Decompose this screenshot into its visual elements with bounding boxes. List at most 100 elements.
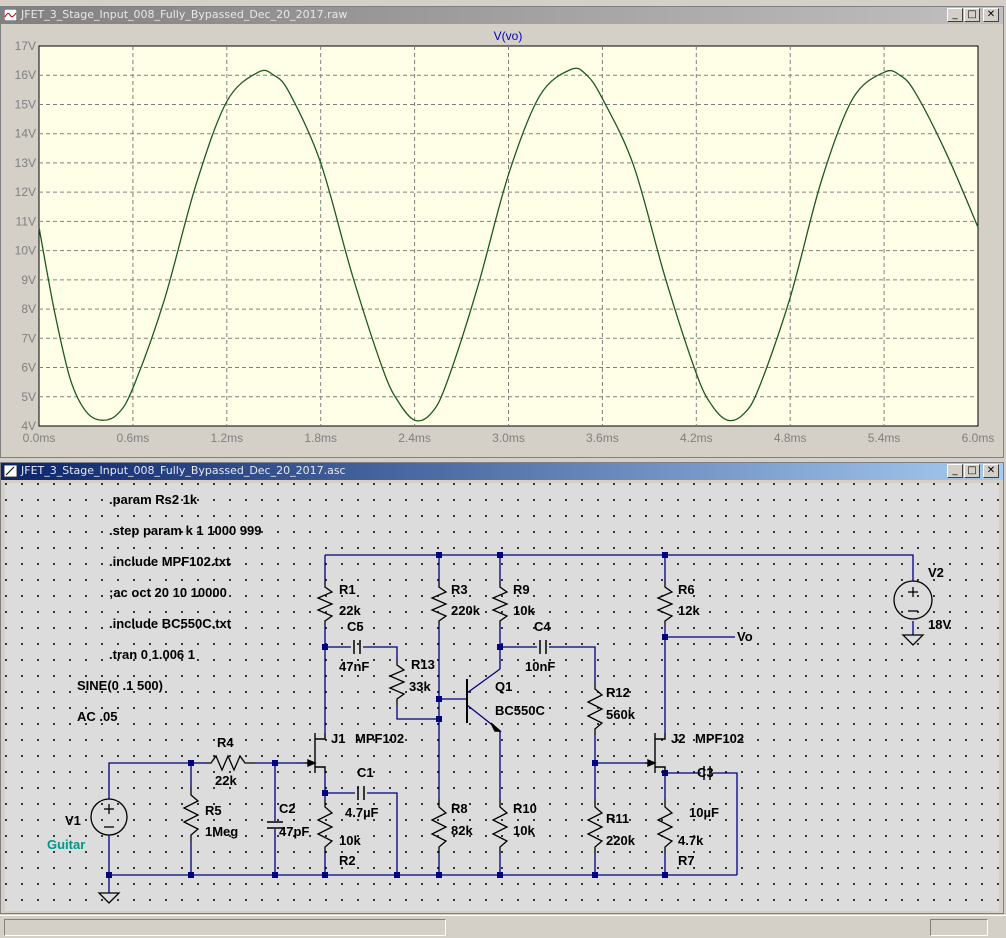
label-c4: C4 <box>534 619 551 634</box>
y-tick-label: 8V <box>21 302 36 316</box>
waveform-app-icon <box>4 9 17 21</box>
y-tick-label: 10V <box>15 244 36 258</box>
v1-sine-spec[interactable]: SINE(0 .1 500) <box>77 678 163 693</box>
value-c1: 4.7µF <box>345 805 379 820</box>
label-c3: C3 <box>697 765 714 780</box>
x-tick-label: 5.4ms <box>868 431 901 445</box>
waveform-titlebar[interactable]: JFET_3_Stage_Input_008_Fully_Bypassed_De… <box>1 7 1003 24</box>
value-r13: 33k <box>409 679 431 694</box>
value-r5: 1Meg <box>205 824 238 839</box>
value-r11: 220k <box>606 833 636 848</box>
close-button[interactable]: ✕ <box>983 8 999 22</box>
label-r11: R11 <box>606 811 629 826</box>
label-j1: J1 <box>331 731 345 746</box>
value-c4: 10nF <box>525 659 555 674</box>
maximize-button[interactable]: □ <box>964 464 980 478</box>
schematic-canvas[interactable]: .param Rs2 1k .step param k 1 1000 999 .… <box>5 483 999 911</box>
y-tick-label: 15V <box>15 97 36 111</box>
model-j2: MPF102 <box>695 731 744 746</box>
label-r1: R1 <box>339 582 356 597</box>
value-r6: 12k <box>678 603 700 618</box>
x-axis-ticks: 0.0ms 0.6ms 1.2ms 1.8ms 2.4ms 3.0ms 3.6ms 4.2ms… <box>23 431 995 445</box>
value-r7: 4.7k <box>678 833 704 848</box>
minimize-button[interactable]: _ <box>947 464 963 478</box>
x-tick-label: 0.0ms <box>23 431 56 445</box>
label-r13: R13 <box>411 657 435 672</box>
y-tick-label: 16V <box>15 68 36 82</box>
label-r5: R5 <box>205 803 222 818</box>
value-r8: 82k <box>451 823 473 838</box>
value-r3: 220k <box>451 603 481 618</box>
x-tick-label: 2.4ms <box>398 431 431 445</box>
value-c2: 47pF <box>279 824 309 839</box>
schematic-window-title: JFET_3_Stage_Input_008_Fully_Bypassed_De… <box>21 464 346 477</box>
directive-include-bc[interactable]: .include BC550C.txt <box>109 616 232 631</box>
x-tick-label: 0.6ms <box>117 431 150 445</box>
close-button[interactable]: ✕ <box>983 464 999 478</box>
schematic-app-icon <box>4 465 17 477</box>
schematic-window: JFET_3_Stage_Input_008_Fully_Bypassed_De… <box>0 462 1004 914</box>
value-r2: 10k <box>339 833 361 848</box>
value-r4: 22k <box>215 773 237 788</box>
directive-tran[interactable]: .tran 0 1.006 1 <box>109 647 195 662</box>
label-c2: C2 <box>279 801 296 816</box>
y-tick-label: 6V <box>21 361 36 375</box>
label-c1: C1 <box>357 765 374 780</box>
label-r3: R3 <box>451 582 468 597</box>
label-r8: R8 <box>451 801 468 816</box>
status-cell-main <box>4 919 446 936</box>
value-v2: 18V <box>928 617 951 632</box>
name-v1-guitar: Guitar <box>47 837 85 852</box>
label-r12: R12 <box>606 685 630 700</box>
y-tick-label: 9V <box>21 273 36 287</box>
directive-param[interactable]: .param Rs2 1k <box>109 492 198 507</box>
model-j1: MPF102 <box>355 731 404 746</box>
label-q1: Q1 <box>495 679 512 694</box>
model-q1: BC550C <box>495 703 545 718</box>
label-j2: J2 <box>671 731 685 746</box>
maximize-button[interactable]: □ <box>964 8 980 22</box>
label-r10: R10 <box>513 801 537 816</box>
x-tick-label: 3.0ms <box>492 431 525 445</box>
y-tick-label: 13V <box>15 156 36 170</box>
directive-step[interactable]: .step param k 1 1000 999 <box>109 523 262 538</box>
y-tick-label: 14V <box>15 127 36 141</box>
waveform-window: JFET_3_Stage_Input_008_Fully_Bypassed_De… <box>0 6 1004 458</box>
value-c5: 47nF <box>339 659 369 674</box>
x-tick-label: 4.2ms <box>680 431 713 445</box>
x-tick-label: 4.8ms <box>774 431 807 445</box>
label-r9: R9 <box>513 582 530 597</box>
label-v1: V1 <box>65 813 81 828</box>
waveform-plot[interactable]: V(vo) 17V 16V 15V 14V 13V 12V 11V 10V 9V 8V 7V 6V 5V… <box>1 25 1001 455</box>
y-tick-label: 5V <box>21 390 36 404</box>
trace-label[interactable]: V(vo) <box>494 29 523 43</box>
y-tick-label: 12V <box>15 185 36 199</box>
status-cell-right <box>930 919 988 936</box>
value-c3: 10µF <box>689 805 719 820</box>
y-tick-label: 7V <box>21 331 36 345</box>
y-tick-label: 17V <box>15 39 36 53</box>
label-r6: R6 <box>678 582 695 597</box>
label-r7: R7 <box>678 853 695 868</box>
x-tick-label: 6.0ms <box>962 431 995 445</box>
value-r9: 10k <box>513 603 535 618</box>
directive-include-mpf[interactable]: .include MPF102.txt <box>109 554 231 569</box>
y-tick-label: 11V <box>16 214 36 228</box>
label-r2: R2 <box>339 853 356 868</box>
minimize-button[interactable]: _ <box>947 8 963 22</box>
value-r12: 560k <box>606 707 636 722</box>
x-tick-label: 1.2ms <box>210 431 243 445</box>
schematic-grid <box>5 483 999 911</box>
x-tick-label: 3.6ms <box>586 431 619 445</box>
value-r10: 10k <box>513 823 535 838</box>
label-v2: V2 <box>928 565 944 580</box>
x-tick-label: 1.8ms <box>304 431 337 445</box>
label-vo: Vo <box>737 629 753 644</box>
v1-ac-spec[interactable]: AC .05 <box>77 709 117 724</box>
status-bar <box>0 915 1006 938</box>
y-axis-ticks: 17V16V15V14V13V12V11V10V9V8V7V6V5V4V <box>15 39 36 433</box>
label-r4: R4 <box>217 735 234 750</box>
directive-ac-comment[interactable]: ;ac oct 20 10 10000 <box>109 585 227 600</box>
waveform-window-title: JFET_3_Stage_Input_008_Fully_Bypassed_De… <box>21 8 348 21</box>
schematic-titlebar[interactable]: JFET_3_Stage_Input_008_Fully_Bypassed_De… <box>1 463 1003 480</box>
